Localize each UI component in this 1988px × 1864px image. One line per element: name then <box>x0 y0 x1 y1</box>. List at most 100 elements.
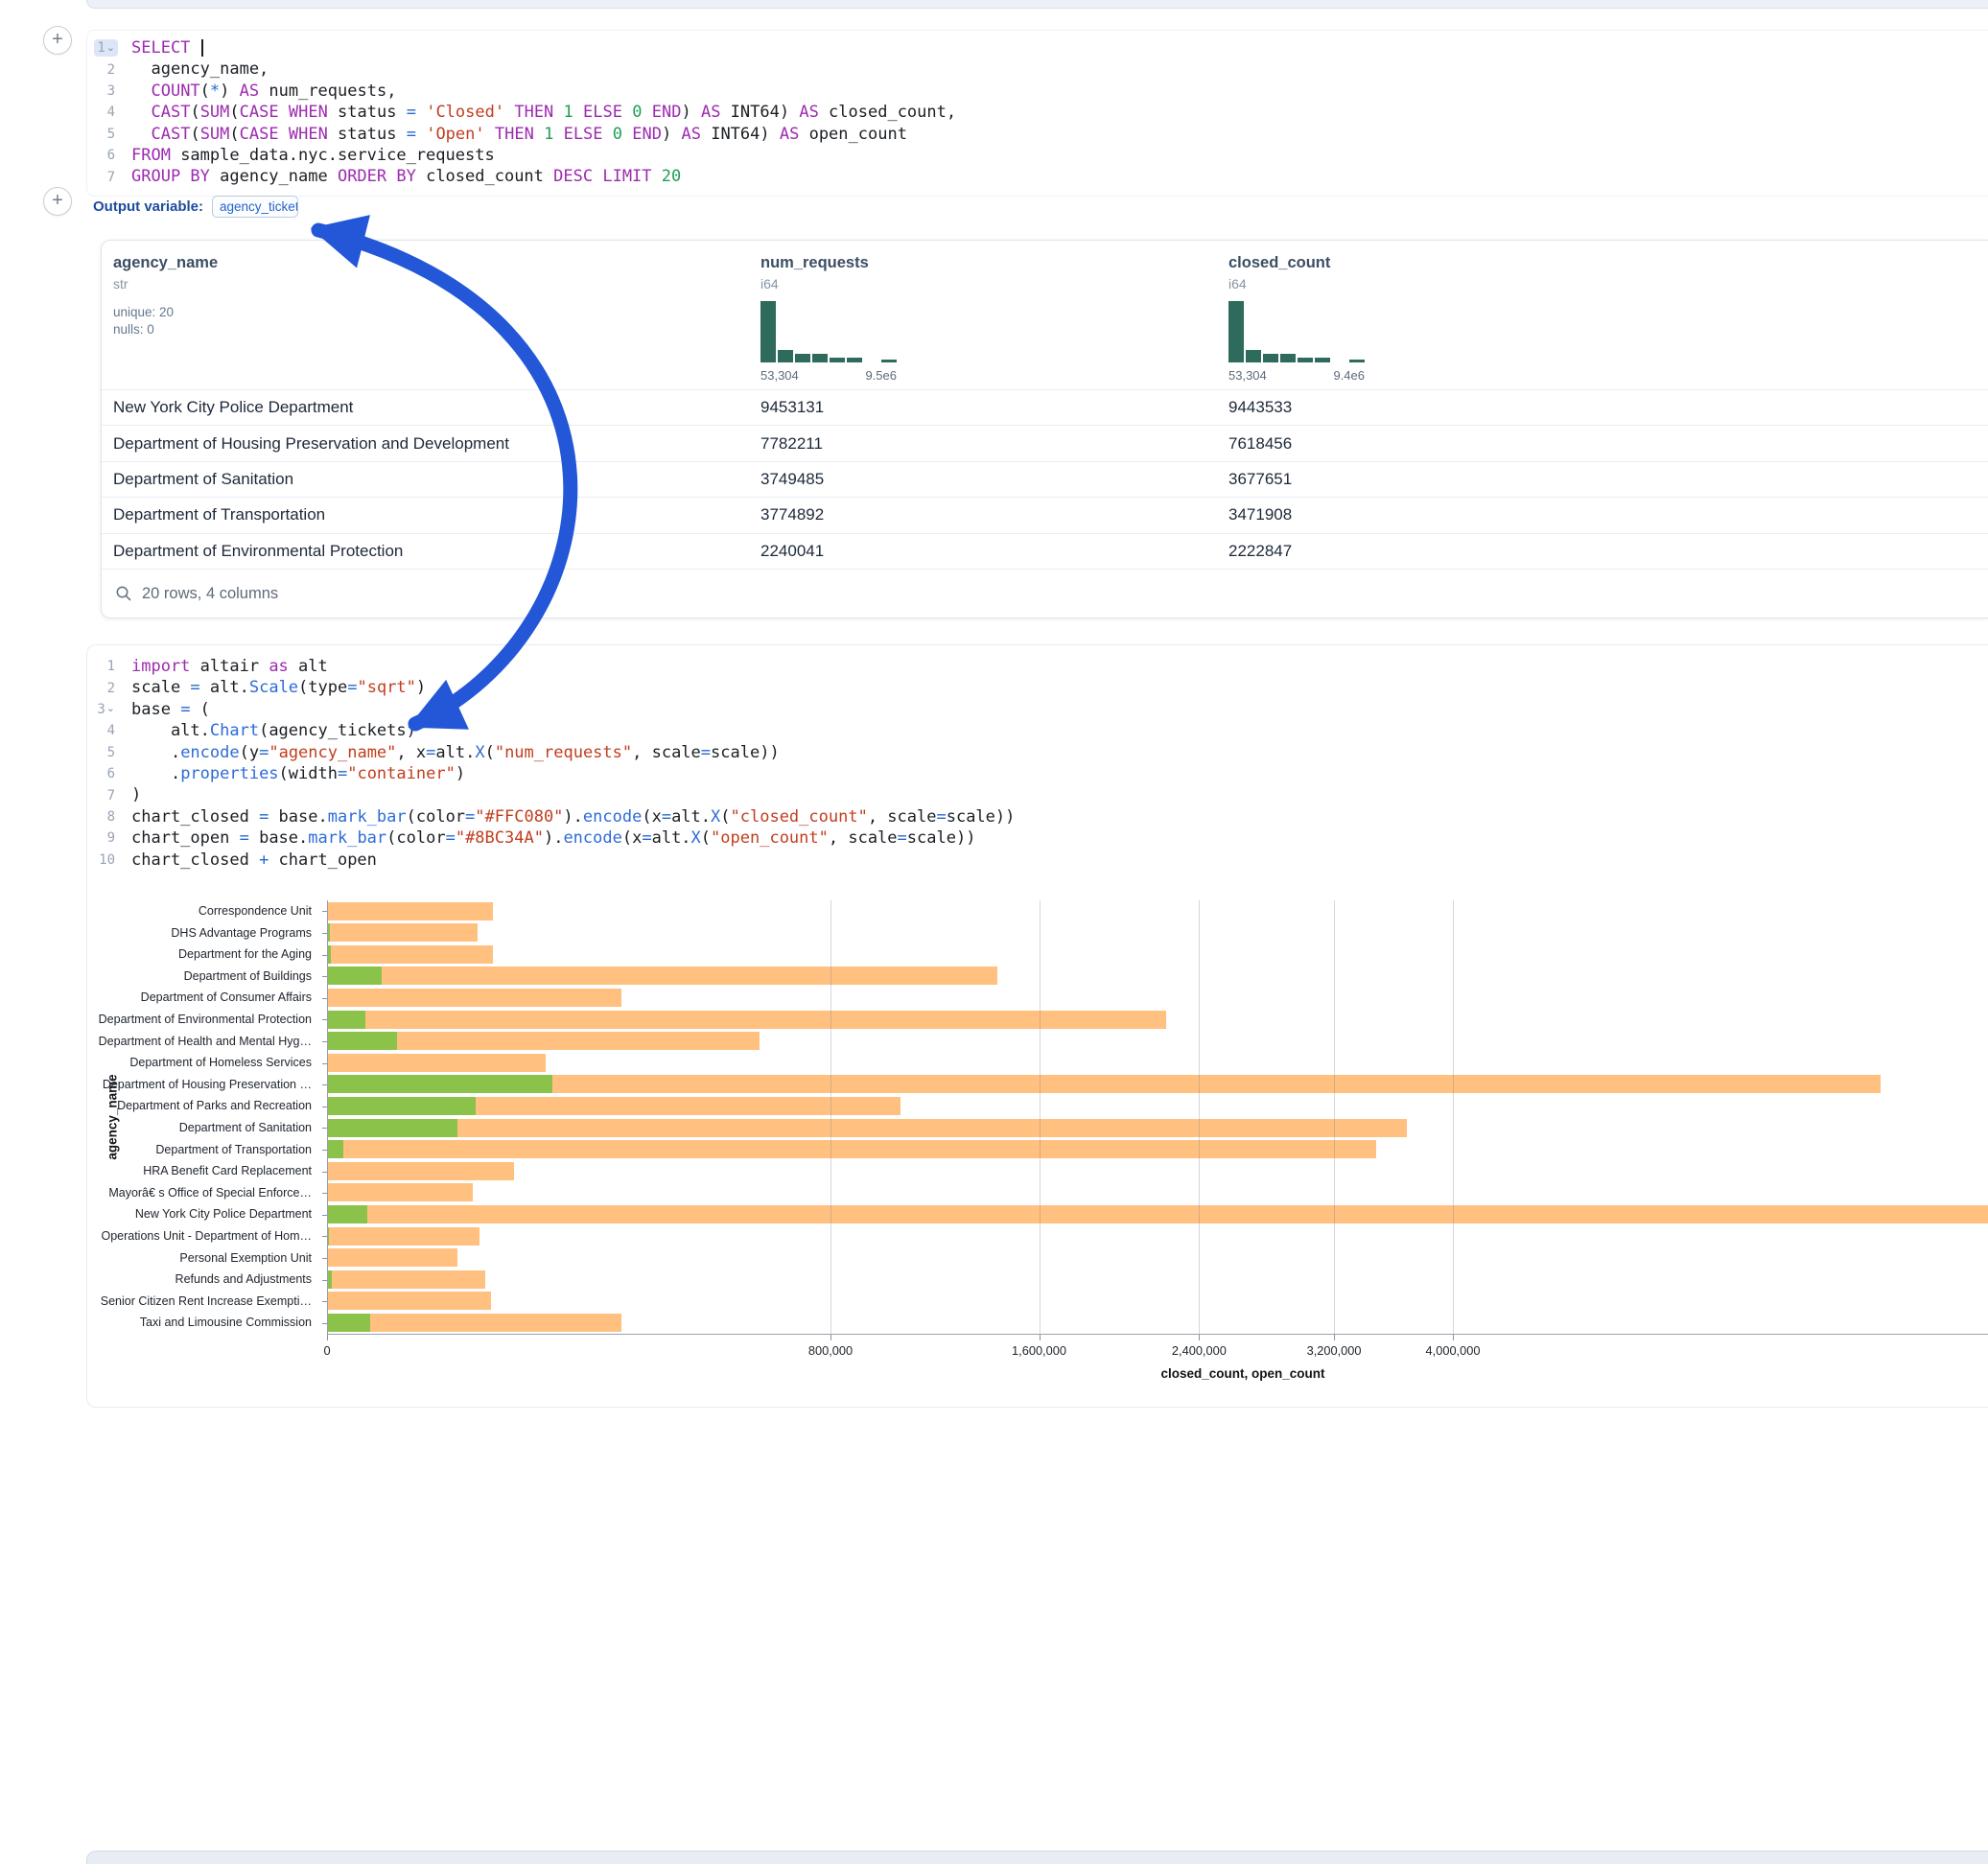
code-line: 3 COUNT(*) AS num_requests, <box>87 81 1988 102</box>
code-text[interactable]: chart_closed = base.mark_bar(color="#FFC… <box>120 806 1015 827</box>
add-cell-button[interactable]: + <box>43 187 72 216</box>
fold-chevron-icon[interactable]: ⌄ <box>106 704 115 714</box>
y-axis-label: Department of Buildings <box>87 966 312 988</box>
table-cell: 9453131 <box>760 398 1228 417</box>
code-text[interactable]: chart_open = base.mark_bar(color="#8BC34… <box>120 827 975 849</box>
line-number: 1⌄ <box>94 39 118 57</box>
code-text[interactable]: CAST(SUM(CASE WHEN status = 'Open' THEN … <box>120 124 907 145</box>
y-axis-label: Department of Sanitation <box>87 1117 312 1139</box>
bar-open <box>327 1011 365 1029</box>
code-text[interactable]: COUNT(*) AS num_requests, <box>120 81 396 102</box>
line-number-gutter: 5 <box>87 744 120 761</box>
gridline <box>1040 900 1041 1334</box>
search-icon[interactable] <box>115 585 132 602</box>
table-cell: 9443533 <box>1228 398 1988 417</box>
column-header[interactable]: num_requestsi6453,3049.5e6 <box>760 254 1228 389</box>
table-cell: Department of Environmental Protection <box>113 542 760 561</box>
code-text[interactable]: .encode(y="agency_name", x=alt.X("num_re… <box>120 742 780 763</box>
line-number: 5 <box>105 744 118 761</box>
line-number: 3 <box>105 82 118 100</box>
line-number: 2 <box>105 680 118 697</box>
code-text[interactable]: CAST(SUM(CASE WHEN status = 'Closed' THE… <box>120 102 956 123</box>
code-text[interactable]: base = ( <box>120 699 210 720</box>
table-cell: 7618456 <box>1228 434 1988 454</box>
code-text[interactable]: ) <box>120 784 141 805</box>
column-name: agency_name <box>113 254 760 272</box>
line-number-gutter: 8 <box>87 808 120 826</box>
gridline <box>1199 900 1200 1334</box>
sql-editor[interactable]: 1⌄SELECT 2 agency_name,3 COUNT(*) AS num… <box>87 37 1988 188</box>
text-cursor <box>201 39 203 57</box>
python-editor[interactable]: 1import altair as alt2scale = alt.Scale(… <box>87 645 1988 871</box>
table-cell: 3677651 <box>1228 470 1988 489</box>
plot-area <box>327 900 1988 1334</box>
bar-closed <box>327 1054 546 1072</box>
line-number-gutter: 4 <box>87 104 120 121</box>
line-number: 8 <box>105 808 118 826</box>
line-number-gutter: 2 <box>87 61 120 79</box>
column-histogram <box>760 299 897 362</box>
line-number-gutter: 2 <box>87 680 120 697</box>
code-line: 10chart_closed + chart_open <box>87 850 1988 871</box>
table-body: New York City Police Department945313194… <box>102 389 1988 569</box>
bar-open <box>327 1119 457 1137</box>
bar-closed <box>327 923 478 942</box>
line-number: 7 <box>105 169 118 186</box>
bar-chart: closed_count, open_count agency_name Cor… <box>87 890 1988 1403</box>
table-cell: 3471908 <box>1228 505 1988 524</box>
table-cell: 3774892 <box>760 505 1228 524</box>
code-text[interactable]: chart_closed + chart_open <box>120 850 377 871</box>
code-text[interactable]: scale = alt.Scale(type="sqrt") <box>120 677 426 698</box>
y-axis-label: Personal Exemption Unit <box>87 1247 312 1270</box>
table-cell: Department of Transportation <box>113 505 760 524</box>
bar-closed <box>327 1270 485 1289</box>
line-number-gutter: 5 <box>87 126 120 143</box>
code-line: 5 CAST(SUM(CASE WHEN status = 'Open' THE… <box>87 124 1988 145</box>
x-axis-tick <box>1453 1335 1454 1340</box>
y-axis-label: Department of Environmental Protection <box>87 1009 312 1031</box>
table-row[interactable]: Department of Transportation377489234719… <box>102 497 1988 532</box>
x-axis-title: closed_count, open_count <box>1160 1366 1324 1381</box>
add-cell-button[interactable]: + <box>43 26 72 55</box>
x-axis-tick <box>1040 1335 1041 1340</box>
line-number-gutter: 10 <box>87 851 120 869</box>
table-row[interactable]: Department of Housing Preservation and D… <box>102 425 1988 460</box>
code-text[interactable]: FROM sample_data.nyc.service_requests <box>120 145 495 166</box>
table-cell: 7782211 <box>760 434 1228 454</box>
bar-open <box>327 967 382 985</box>
line-number-gutter: 3⌄ <box>87 701 120 718</box>
output-variable-chip[interactable]: agency_tickets <box>212 196 298 218</box>
y-axis-label: Department of Homeless Services <box>87 1052 312 1074</box>
bar-open <box>327 1140 343 1158</box>
code-text[interactable]: import altair as alt <box>120 656 328 677</box>
line-number: 6 <box>105 765 118 782</box>
code-text[interactable]: alt.Chart(agency_tickets) <box>120 720 416 741</box>
table-cell: 3749485 <box>760 470 1228 489</box>
y-axis-label: Refunds and Adjustments <box>87 1269 312 1291</box>
code-line: 4 alt.Chart(agency_tickets) <box>87 720 1988 741</box>
column-header[interactable]: agency_namestrunique: 20nulls: 0 <box>113 254 760 389</box>
column-header[interactable]: closed_counti6453,3049.4e6 <box>1228 254 1988 389</box>
y-axis-label: DHS Advantage Programs <box>87 922 312 944</box>
bar-open <box>327 1314 370 1332</box>
x-axis-line <box>327 1334 1988 1335</box>
column-type: str <box>113 276 760 291</box>
fold-chevron-icon[interactable]: ⌄ <box>106 43 115 54</box>
python-cell: 1import altair as alt2scale = alt.Scale(… <box>86 644 1988 1408</box>
output-variable-label: Output variable: <box>93 198 203 215</box>
table-footer: 20 rows, 4 columns <box>102 569 1988 618</box>
gridline <box>1334 900 1335 1334</box>
code-text[interactable]: SELECT <box>120 37 203 58</box>
bar-closed <box>327 1183 473 1201</box>
table-row[interactable]: Department of Environmental Protection22… <box>102 533 1988 569</box>
table-row[interactable]: Department of Sanitation37494853677651 <box>102 461 1988 497</box>
code-text[interactable]: GROUP BY agency_name ORDER BY closed_cou… <box>120 166 681 187</box>
line-number: 5 <box>105 126 118 143</box>
code-text[interactable]: agency_name, <box>120 58 269 80</box>
previous-cell-edge <box>86 0 1988 9</box>
histogram-range-labels: 53,3049.5e6 <box>760 368 897 383</box>
code-text[interactable]: .properties(width="container") <box>120 763 465 784</box>
line-number: 7 <box>105 787 118 804</box>
table-row[interactable]: New York City Police Department945313194… <box>102 389 1988 425</box>
code-line: 6 .properties(width="container") <box>87 763 1988 784</box>
